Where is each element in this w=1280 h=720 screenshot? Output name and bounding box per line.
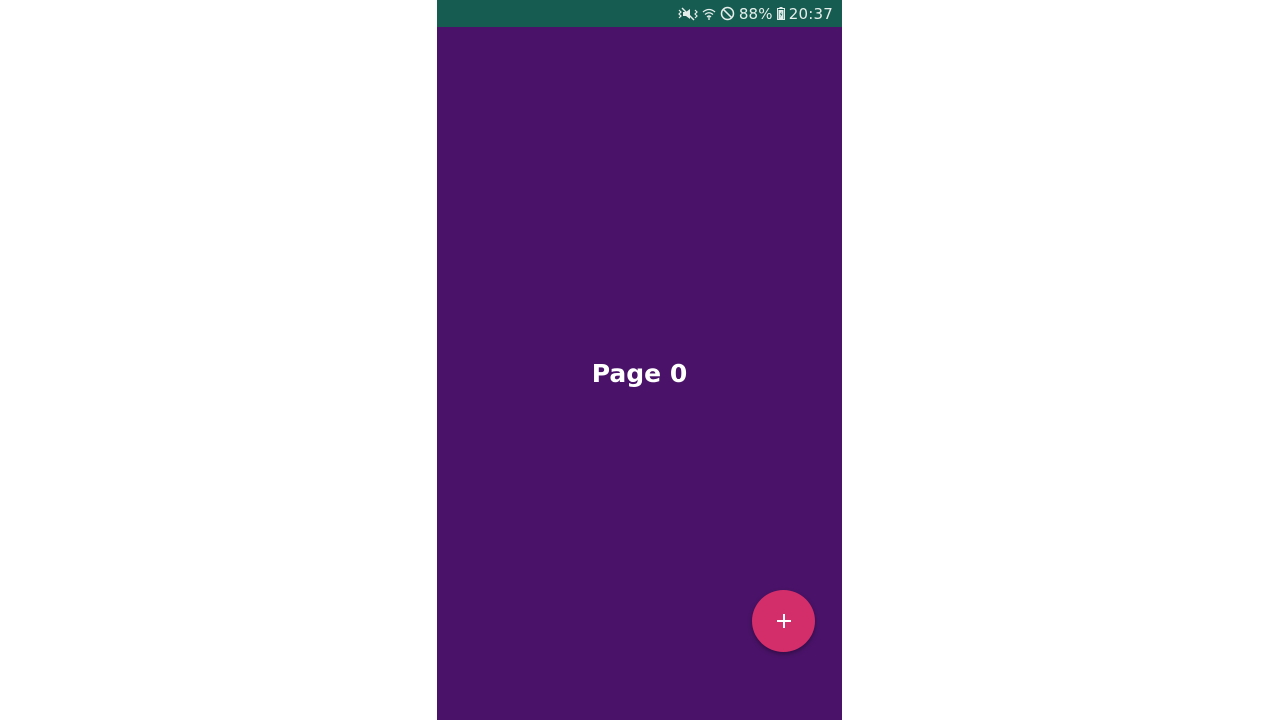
do-not-disturb-icon <box>720 6 735 22</box>
status-bar: 88% 20:37 <box>437 0 842 27</box>
page-title: Page 0 <box>591 358 688 388</box>
plus-icon <box>775 612 793 630</box>
battery-percent: 88% <box>738 4 773 23</box>
mute-vibrate-icon <box>677 6 698 22</box>
battery-icon <box>776 6 785 22</box>
add-button[interactable] <box>752 590 815 652</box>
clock: 20:37 <box>788 4 833 23</box>
phone-screen: 88% 20:37 Page 0 <box>437 0 842 720</box>
wifi-icon <box>702 6 716 22</box>
